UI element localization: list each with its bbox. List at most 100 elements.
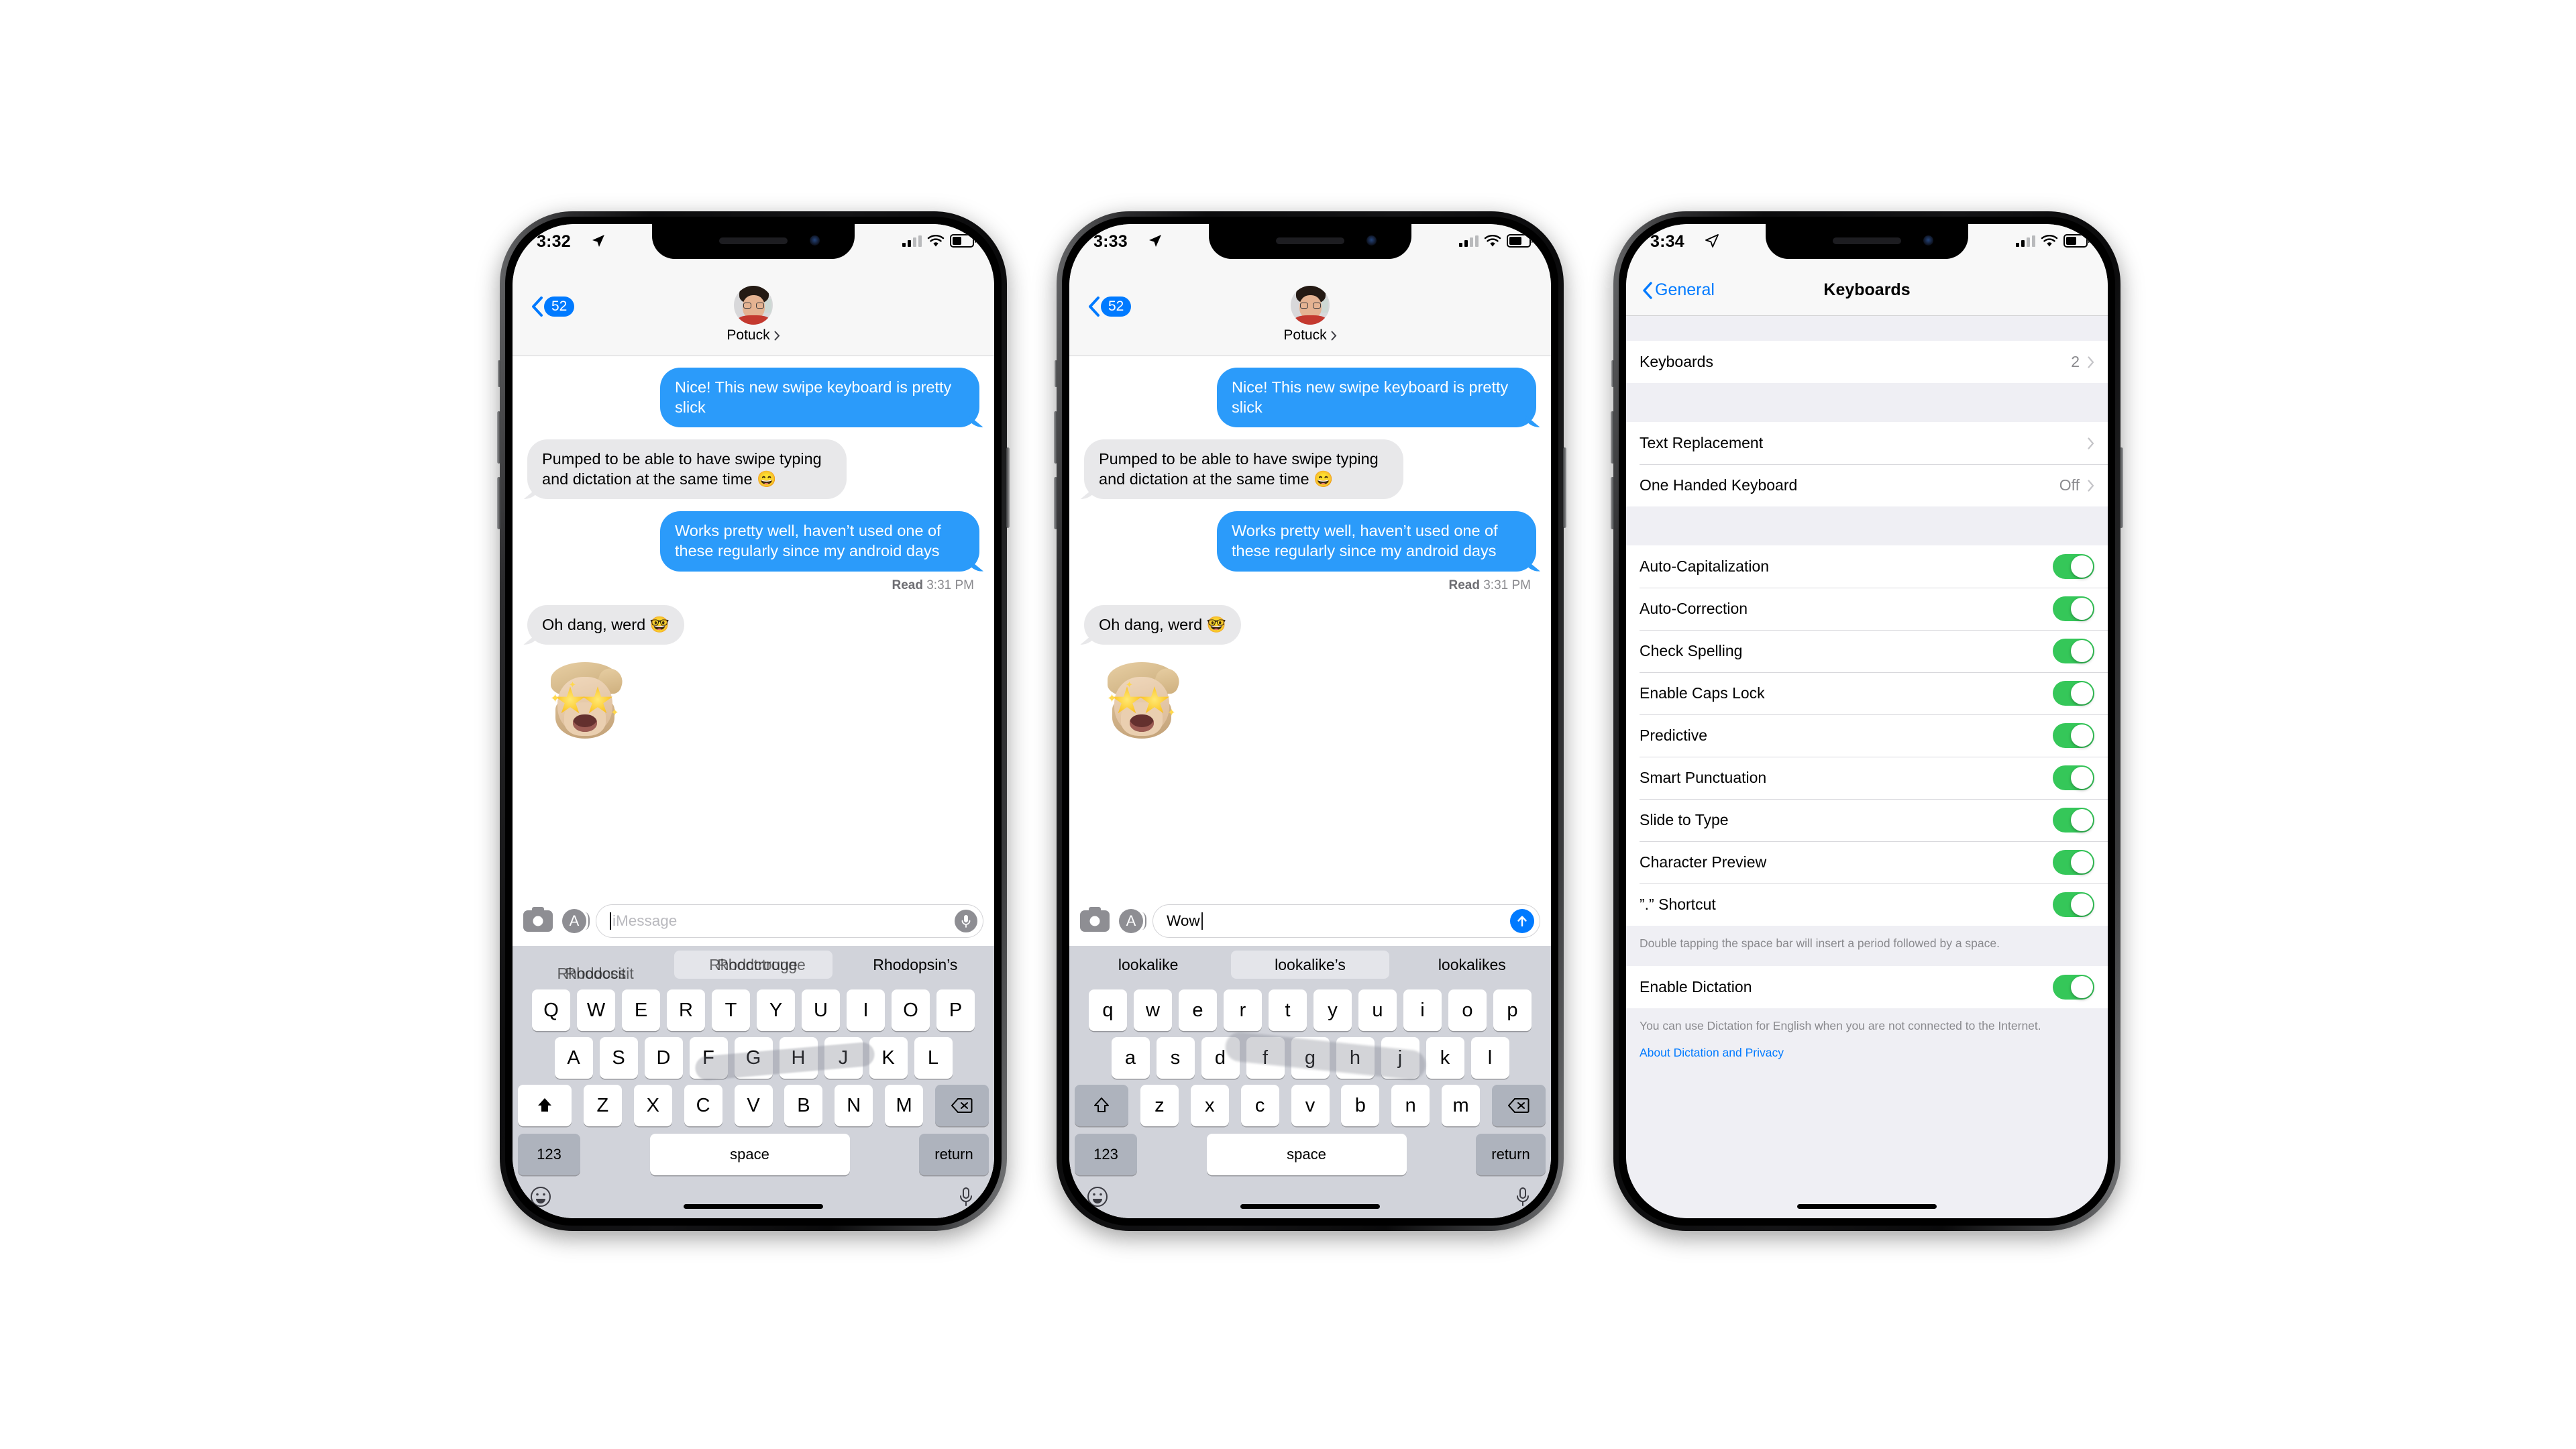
key-d[interactable]: d xyxy=(1201,1037,1240,1079)
message-input[interactable]: iMessage xyxy=(596,904,983,938)
key-t[interactable]: T xyxy=(712,989,750,1031)
key-g[interactable]: G xyxy=(734,1037,773,1079)
toggle-switch[interactable] xyxy=(2053,808,2094,833)
key-c[interactable]: C xyxy=(684,1085,722,1126)
key-k[interactable]: k xyxy=(1426,1037,1464,1079)
key-q[interactable]: Q xyxy=(532,989,570,1031)
send-arrow-icon[interactable] xyxy=(1510,909,1534,933)
key-u[interactable]: U xyxy=(802,989,840,1031)
power-button[interactable] xyxy=(1563,447,1566,528)
home-indicator[interactable] xyxy=(1797,1204,1937,1209)
key-f[interactable]: f xyxy=(1246,1037,1285,1079)
key-n[interactable]: N xyxy=(835,1085,873,1126)
toggle-switch[interactable] xyxy=(2053,639,2094,663)
key-h[interactable]: h xyxy=(1336,1037,1375,1079)
key-m[interactable]: M xyxy=(885,1085,924,1126)
key-n[interactable]: n xyxy=(1391,1085,1430,1126)
toggle-switch[interactable] xyxy=(2053,554,2094,579)
key-h[interactable]: H xyxy=(779,1037,818,1079)
key-w[interactable]: W xyxy=(577,989,615,1031)
key-u[interactable]: u xyxy=(1358,989,1397,1031)
app-store-icon[interactable]: A xyxy=(562,909,590,933)
onscreen-keyboard[interactable]: lookalike lookalike’s lookalikes q w e r… xyxy=(1069,946,1551,1218)
microphone-icon[interactable] xyxy=(1512,1186,1534,1208)
key-z[interactable]: z xyxy=(1140,1085,1179,1126)
key-t[interactable]: t xyxy=(1269,989,1307,1031)
prediction-item[interactable]: Rhodopsin’s xyxy=(837,956,994,974)
prediction-bar[interactable]: lookalike lookalike’s lookalikes xyxy=(1069,946,1551,983)
key-b[interactable]: B xyxy=(784,1085,823,1126)
key-y[interactable]: y xyxy=(1313,989,1352,1031)
key-v[interactable]: v xyxy=(1291,1085,1330,1126)
key-d[interactable]: D xyxy=(644,1037,683,1079)
silent-switch[interactable] xyxy=(1055,360,1057,387)
home-indicator[interactable] xyxy=(684,1204,823,1209)
space-key[interactable]: space xyxy=(1206,1134,1407,1175)
volume-up-button[interactable] xyxy=(497,411,500,464)
key-b[interactable]: b xyxy=(1341,1085,1380,1126)
key-x[interactable]: X xyxy=(633,1085,672,1126)
emoji-face-icon[interactable] xyxy=(530,1186,551,1208)
app-store-icon[interactable]: A xyxy=(1119,909,1146,933)
onscreen-keyboard[interactable]: Rhodocsit Rhodocsit Rhodctrouge Rhodctro… xyxy=(513,946,994,1218)
toggle-switch[interactable] xyxy=(2053,850,2094,875)
camera-icon[interactable] xyxy=(1080,907,1110,932)
key-w[interactable]: w xyxy=(1134,989,1172,1031)
emoji-face-icon[interactable] xyxy=(1087,1186,1108,1208)
key-g[interactable]: g xyxy=(1291,1037,1330,1079)
microphone-icon[interactable] xyxy=(955,910,977,932)
power-button[interactable] xyxy=(2120,447,2123,528)
toggle-switch[interactable] xyxy=(2053,892,2094,917)
key-m[interactable]: m xyxy=(1442,1085,1481,1126)
space-key[interactable]: space xyxy=(649,1134,850,1175)
toggle-switch[interactable] xyxy=(2053,765,2094,790)
key-z[interactable]: Z xyxy=(583,1085,622,1126)
backspace-icon[interactable] xyxy=(1492,1085,1546,1126)
volume-up-button[interactable] xyxy=(1611,411,1614,464)
volume-down-button[interactable] xyxy=(1611,477,1614,529)
silent-switch[interactable] xyxy=(1611,360,1614,387)
key-x[interactable]: x xyxy=(1190,1085,1229,1126)
prediction-bar[interactable]: Rhodocsit Rhodocsit Rhodctrouge Rhodctro… xyxy=(513,946,994,983)
key-o[interactable]: O xyxy=(892,989,930,1031)
key-c[interactable]: c xyxy=(1240,1085,1279,1126)
numbers-key[interactable]: 123 xyxy=(518,1134,580,1175)
message-input[interactable]: Wow xyxy=(1152,904,1540,938)
key-i[interactable]: I xyxy=(847,989,885,1031)
shift-filled-icon[interactable] xyxy=(518,1085,572,1126)
key-a[interactable]: A xyxy=(554,1037,593,1079)
key-r[interactable]: R xyxy=(667,989,705,1031)
prediction-item-selected[interactable]: lookalike’s xyxy=(1231,951,1389,979)
toggle-switch[interactable] xyxy=(2053,681,2094,706)
settings-row-one-handed-keyboard[interactable]: One Handed Keyboard Off xyxy=(1626,464,2108,506)
numbers-key[interactable]: 123 xyxy=(1075,1134,1137,1175)
key-q[interactable]: q xyxy=(1089,989,1127,1031)
volume-down-button[interactable] xyxy=(497,477,500,529)
key-s[interactable]: s xyxy=(1156,1037,1195,1079)
prediction-item-selected[interactable]: Rhodctrouge Rhodctrouge xyxy=(674,951,833,979)
key-l[interactable]: l xyxy=(1470,1037,1509,1079)
key-e[interactable]: e xyxy=(1179,989,1217,1031)
key-l[interactable]: L xyxy=(914,1037,953,1079)
toggle-switch[interactable] xyxy=(2053,975,2094,1000)
home-indicator[interactable] xyxy=(1240,1204,1380,1209)
volume-down-button[interactable] xyxy=(1054,477,1057,529)
about-dictation-and-privacy-link[interactable]: About Dictation and Privacy xyxy=(1640,1044,1784,1061)
prediction-item[interactable]: lookalike xyxy=(1069,956,1227,974)
contact-name-button[interactable]: Potuck xyxy=(727,327,780,343)
key-y[interactable]: Y xyxy=(757,989,795,1031)
key-f[interactable]: F xyxy=(689,1037,728,1079)
camera-icon[interactable] xyxy=(523,907,553,932)
return-key[interactable]: return xyxy=(919,1134,989,1175)
microphone-icon[interactable] xyxy=(955,1186,977,1208)
key-j[interactable]: j xyxy=(1381,1037,1419,1079)
settings-list[interactable]: Keyboards 2 Text Replacement One Handed … xyxy=(1626,315,2108,1218)
shift-outline-icon[interactable] xyxy=(1075,1085,1128,1126)
volume-up-button[interactable] xyxy=(1054,411,1057,464)
key-k[interactable]: K xyxy=(869,1037,908,1079)
toggle-switch[interactable] xyxy=(2053,596,2094,621)
toggle-switch[interactable] xyxy=(2053,723,2094,748)
key-p[interactable]: P xyxy=(936,989,975,1031)
key-o[interactable]: o xyxy=(1448,989,1487,1031)
key-j[interactable]: J xyxy=(824,1037,863,1079)
